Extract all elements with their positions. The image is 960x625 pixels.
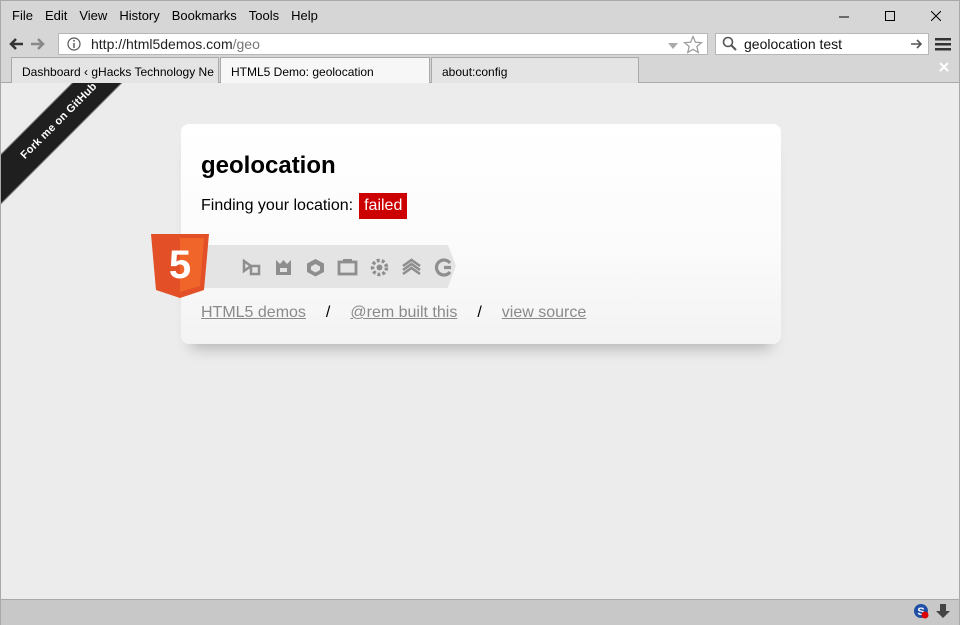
- menu-hamburger-icon[interactable]: [933, 35, 953, 53]
- dropdown-arrow-icon[interactable]: [667, 36, 679, 54]
- tab-geolocation[interactable]: HTML5 Demo: geolocation: [220, 57, 430, 84]
- url-host: http://html5demos.com: [91, 36, 233, 52]
- rem-built-link[interactable]: @rem built this: [350, 304, 457, 322]
- performance-icon: [370, 258, 389, 277]
- back-button[interactable]: [5, 33, 27, 55]
- search-bar[interactable]: geolocation test: [715, 33, 929, 55]
- site-info-button[interactable]: [63, 34, 85, 54]
- minimize-icon: [839, 16, 849, 18]
- status-label: Finding your location:: [201, 197, 354, 214]
- demo-card: geolocation Finding your location: faile…: [181, 124, 781, 344]
- close-tab-icon[interactable]: [939, 62, 949, 72]
- tab-bar: Dashboard ‹ gHacks Technology Ne HTML5 D…: [1, 57, 959, 84]
- page-title: geolocation: [201, 152, 336, 179]
- tab-dashboard[interactable]: Dashboard ‹ gHacks Technology Ne: [11, 57, 219, 83]
- menu-edit[interactable]: Edit: [45, 8, 67, 23]
- download-arrow-icon[interactable]: [935, 603, 951, 619]
- link-separator: /: [477, 304, 482, 321]
- status-badge: failed: [359, 193, 408, 219]
- semantics-icon: [242, 258, 261, 276]
- menu-file[interactable]: File: [12, 8, 33, 23]
- menu-tools[interactable]: Tools: [249, 8, 279, 23]
- offline-storage-icon: [276, 260, 291, 275]
- window-controls: [821, 1, 959, 31]
- maximize-icon: [885, 11, 895, 21]
- status-line: Finding your location: failed: [201, 193, 408, 219]
- github-ribbon[interactable]: Fork me on GitHub: [1, 83, 141, 203]
- menu-history[interactable]: History: [119, 8, 159, 23]
- html5-logo-label: 5: [169, 243, 191, 287]
- link-separator: /: [325, 304, 331, 321]
- url-actions: [667, 35, 703, 55]
- navigation-bar: http://html5demos.com/geo geolocation te…: [1, 31, 959, 57]
- search-go-icon[interactable]: [910, 36, 924, 52]
- minimize-button[interactable]: [821, 1, 867, 31]
- info-icon: [67, 37, 81, 51]
- view-source-link[interactable]: view source: [502, 304, 586, 322]
- github-ribbon-label: Fork me on GitHub: [18, 83, 100, 162]
- bookmark-star-icon[interactable]: [683, 35, 703, 55]
- menu-bar: File Edit View History Bookmarks Tools H…: [1, 1, 959, 29]
- search-input[interactable]: geolocation test: [744, 36, 842, 52]
- url-path: /geo: [232, 36, 260, 52]
- tab-label: about:config: [442, 65, 508, 79]
- tab-about-config[interactable]: about:config: [431, 57, 639, 83]
- maximize-button[interactable]: [867, 1, 913, 31]
- noscript-icon[interactable]: S: [913, 603, 929, 619]
- tab-label: Dashboard ‹ gHacks Technology Ne: [22, 65, 214, 79]
- css3-icon: [434, 258, 452, 277]
- footer-links: HTML5 demos / @rem built this / view sou…: [201, 304, 586, 322]
- page-content: Fork me on GitHub geolocation Finding yo…: [1, 83, 959, 599]
- menu-view[interactable]: View: [79, 8, 107, 23]
- status-bar-icons: S: [913, 603, 951, 619]
- close-icon: [931, 11, 941, 21]
- status-bar: S: [1, 599, 959, 625]
- forward-arrow-icon: [31, 38, 45, 50]
- multimedia-icon: [402, 258, 421, 276]
- tab-label: HTML5 Demo: geolocation: [231, 65, 374, 79]
- close-window-button[interactable]: [913, 1, 959, 31]
- tech-icon-strip: [203, 245, 456, 288]
- url-text: http://html5demos.com/geo: [91, 36, 260, 52]
- connectivity-icon: [337, 259, 358, 276]
- menu-bookmarks[interactable]: Bookmarks: [172, 8, 237, 23]
- address-bar[interactable]: http://html5demos.com/geo: [58, 33, 708, 55]
- menu-help[interactable]: Help: [291, 8, 318, 23]
- browser-window: File Edit View History Bookmarks Tools H…: [0, 0, 960, 625]
- back-arrow-icon: [9, 38, 23, 50]
- search-icon: [722, 36, 737, 51]
- forward-button[interactable]: [27, 33, 49, 55]
- html5-demos-link[interactable]: HTML5 demos: [201, 304, 306, 322]
- device-access-icon: [307, 259, 324, 277]
- html5-logo-icon[interactable]: 5: [151, 234, 209, 298]
- tech-icons: [241, 257, 454, 278]
